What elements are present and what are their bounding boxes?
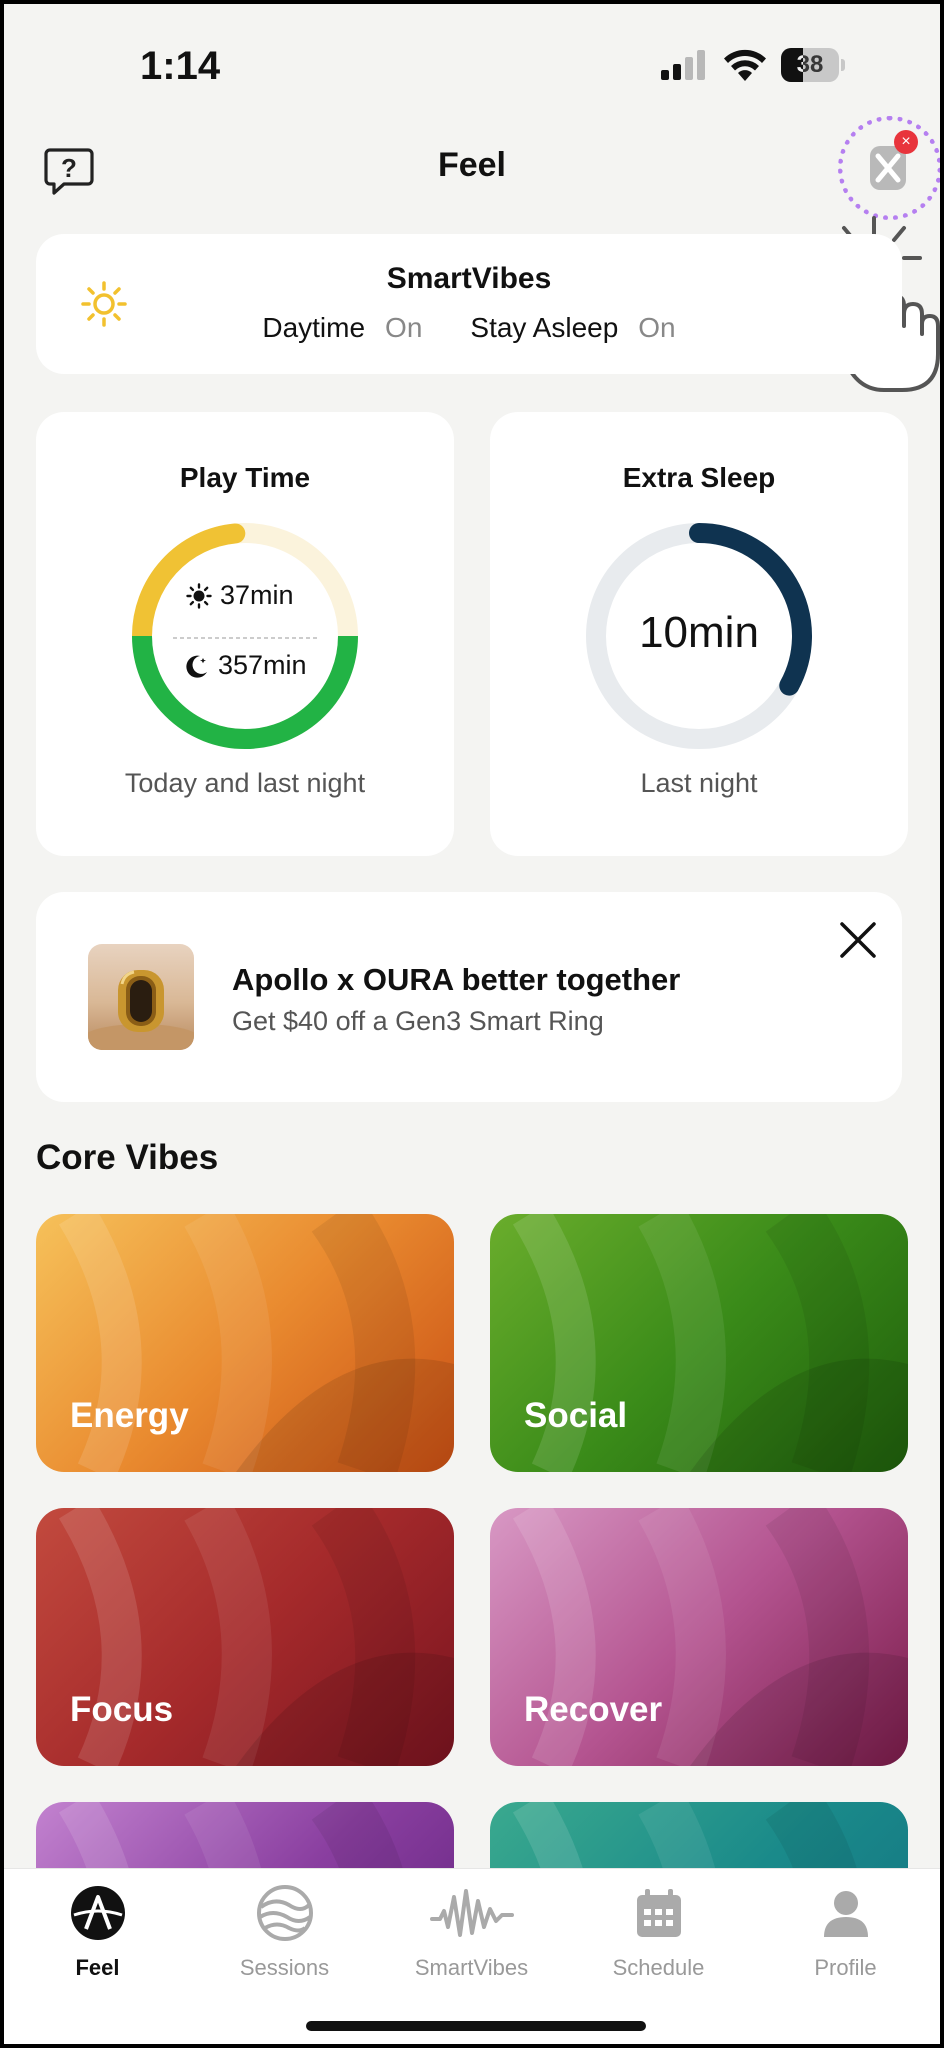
extra-sleep-value: 10min xyxy=(639,608,759,657)
tab-feel-label: Feel xyxy=(75,1955,120,1980)
home-indicator xyxy=(306,2021,646,2031)
play-time-caption: Today and last night xyxy=(124,768,366,798)
tab-sessions-label: Sessions xyxy=(239,1955,330,1980)
smartvibes-title: SmartVibes xyxy=(386,262,552,295)
app-screen: 1:14 38 ? Feel × SmartVibes Daytime On S… xyxy=(4,4,940,2044)
device-status-button[interactable]: × xyxy=(838,116,940,220)
vibe-label: Energy xyxy=(70,1396,189,1435)
vibe-card-0[interactable]: Energy xyxy=(36,1214,454,1472)
cellular-signal-icon xyxy=(661,50,705,80)
vibe-card-1[interactable]: Social xyxy=(490,1214,908,1472)
tab-smartvibes-label: SmartVibes xyxy=(414,1955,529,1980)
page-title: Feel xyxy=(437,146,507,184)
play-time-title: Play Time xyxy=(179,462,311,493)
moon-icon xyxy=(186,655,207,678)
vibe-label: Social xyxy=(524,1396,628,1435)
battery-icon: 38 xyxy=(781,48,845,82)
play-time-card[interactable]: Play Time 37min 357min Today and last ni… xyxy=(36,412,454,856)
tab-smartvibes[interactable]: SmartVibes xyxy=(378,1883,565,1981)
smartvibes-card[interactable]: SmartVibes Daytime On Stay Asleep On xyxy=(36,234,902,374)
extra-sleep-title: Extra Sleep xyxy=(622,462,776,493)
promo-banner[interactable]: Apollo x OURA better together Get $40 of… xyxy=(36,892,902,1102)
oura-ring-image xyxy=(88,944,194,1050)
wifi-icon xyxy=(724,49,766,81)
person-icon xyxy=(823,1891,868,1937)
apollo-logo-icon xyxy=(70,1886,125,1940)
daytime-value: On xyxy=(385,312,423,343)
play-time-day-row: 37min xyxy=(186,580,294,611)
sessions-icon xyxy=(256,1885,313,1941)
stay-asleep-label: Stay Asleep xyxy=(470,312,619,343)
status-icons: 38 xyxy=(661,48,845,82)
tab-profile-label: Profile xyxy=(814,1955,877,1980)
play-time-night-value: 357min xyxy=(218,650,307,680)
core-vibes-title: Core Vibes xyxy=(36,1138,219,1177)
tab-schedule-label: Schedule xyxy=(612,1955,705,1980)
status-time: 1:14 xyxy=(140,44,221,88)
vibe-card-2[interactable]: Focus xyxy=(36,1508,454,1766)
tab-sessions[interactable]: Sessions xyxy=(191,1883,378,1981)
calendar-icon xyxy=(636,1889,681,1937)
battery-level: 38 xyxy=(796,51,824,78)
disconnected-badge: × xyxy=(894,130,918,154)
daytime-label: Daytime xyxy=(262,312,366,343)
promo-subtitle: Get $40 off a Gen3 Smart Ring xyxy=(232,1006,604,1036)
tab-profile[interactable]: Profile xyxy=(752,1883,939,1981)
waveform-icon xyxy=(429,1889,514,1937)
extra-sleep-caption: Last night xyxy=(640,768,758,798)
play-time-ring xyxy=(132,523,358,749)
tab-schedule[interactable]: Schedule xyxy=(565,1883,752,1981)
play-time-day-value: 37min xyxy=(220,580,294,610)
tab-feel[interactable]: Feel xyxy=(4,1883,191,1981)
sun-small-icon xyxy=(186,582,212,609)
extra-sleep-card[interactable]: Extra Sleep 10min Last night xyxy=(490,412,908,856)
vibe-label: Focus xyxy=(70,1690,174,1729)
ring-illustration xyxy=(88,970,194,1050)
vibe-card-3[interactable]: Recover xyxy=(490,1508,908,1766)
play-time-night-row: 357min xyxy=(182,650,307,681)
close-icon[interactable] xyxy=(838,920,878,960)
promo-title: Apollo x OURA better together xyxy=(232,962,681,997)
vibe-label: Recover xyxy=(524,1690,663,1729)
tab-bar: Feel Sessions SmartVibes Schedule Profil… xyxy=(4,1868,940,2044)
stay-asleep-value: On xyxy=(638,312,676,343)
smartvibes-status-row: Daytime On Stay Asleep On xyxy=(36,312,902,344)
